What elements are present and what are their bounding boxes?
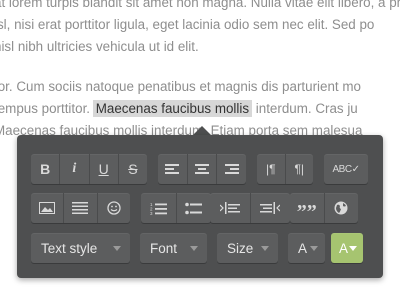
chevron-down-icon [349, 246, 357, 251]
size-dropdown[interactable]: Size [217, 233, 278, 263]
outdent-button[interactable] [251, 193, 291, 223]
svg-text:3: 3 [150, 211, 153, 215]
insert-image-button[interactable] [31, 193, 65, 223]
bold-button[interactable]: B [31, 154, 61, 184]
outdent-icon [260, 202, 281, 214]
indent-group [210, 193, 290, 223]
highlight-color-dropdown[interactable]: A [331, 233, 363, 263]
underline-icon: U [98, 161, 109, 177]
insert-rule-button[interactable] [64, 193, 98, 223]
insert-emoji-button[interactable] [98, 193, 130, 223]
text-line: nisl nibh ultricies vehicula ut id elit. [0, 39, 199, 54]
align-center-button[interactable] [188, 154, 218, 184]
ordered-list-button[interactable]: 123 [141, 193, 177, 223]
spellcheck-icon: ABC✓ [332, 163, 360, 175]
ordered-list-icon: 123 [150, 202, 167, 215]
text-before-selection: tempus porttitor. [0, 101, 94, 116]
spellcheck-button[interactable]: ABC✓ [324, 154, 368, 184]
globe-icon [334, 201, 348, 215]
smiley-icon [107, 201, 121, 215]
align-left-button[interactable] [158, 154, 188, 184]
font-dropdown[interactable]: Font [140, 233, 207, 263]
quote-icon: ”” [296, 201, 317, 223]
chevron-down-icon [310, 246, 318, 251]
blockquote-button[interactable]: ”” [290, 193, 325, 223]
indent-icon [219, 202, 240, 214]
strikethrough-icon: S [128, 161, 138, 177]
chevron-down-icon [113, 246, 121, 251]
underline-button[interactable]: U [90, 154, 119, 184]
align-center-icon [195, 164, 209, 174]
text-format-group: B i U S [31, 154, 147, 184]
alignment-group [158, 154, 246, 184]
spellcheck-group: ABC✓ [324, 154, 368, 184]
image-icon [39, 202, 56, 214]
italic-button[interactable]: i [60, 154, 90, 184]
font-color-dropdown[interactable]: A [288, 233, 325, 263]
italic-icon: i [72, 161, 77, 176]
font-label: Font [150, 240, 178, 256]
toolbar-pointer [193, 126, 211, 135]
text-line-selection: tempus porttitor. Maecenas faucibus moll… [0, 98, 400, 120]
ltr-button[interactable]: |¶ [257, 154, 286, 184]
text-line: at lorem turpis blandit sit amet non mag… [0, 0, 400, 10]
pilcrow-ltr-icon: |¶ [265, 162, 276, 176]
indent-button[interactable] [210, 193, 251, 223]
text-after-selection: interdum. Cras ju [252, 101, 358, 116]
link-button[interactable] [325, 193, 359, 223]
horizontal-rule-icon [72, 202, 89, 214]
font-color-icon: A [298, 240, 308, 256]
block-group: ”” [290, 193, 358, 223]
align-right-icon [224, 164, 239, 174]
bullet-list-icon [185, 202, 203, 214]
align-left-icon [165, 164, 180, 174]
strikethrough-button[interactable]: S [119, 154, 147, 184]
text-style-dropdown[interactable]: Text style [31, 233, 130, 263]
chevron-down-icon [261, 246, 269, 251]
selected-text[interactable]: Maecenas faucibus mollis [92, 100, 253, 117]
highlight-color-icon: A [339, 240, 349, 256]
text-line: isl, nisi erat porttitor ligula, eget la… [0, 17, 375, 32]
bullet-list-button[interactable] [177, 193, 212, 223]
insert-group [31, 193, 130, 223]
align-right-button[interactable] [217, 154, 246, 184]
text-direction-group: |¶ ¶| [257, 154, 313, 184]
rtl-button[interactable]: ¶| [286, 154, 314, 184]
pilcrow-rtl-icon: ¶| [294, 162, 305, 176]
size-label: Size [227, 240, 254, 256]
chevron-down-icon [190, 246, 198, 251]
list-group: 123 [141, 193, 211, 223]
text-style-label: Text style [41, 240, 98, 256]
text-line: tor. Cum sociis natoque penatibus et mag… [0, 79, 361, 94]
bold-icon: B [40, 161, 51, 177]
document-text[interactable]: at lorem turpis blandit sit amet non mag… [0, 0, 400, 58]
